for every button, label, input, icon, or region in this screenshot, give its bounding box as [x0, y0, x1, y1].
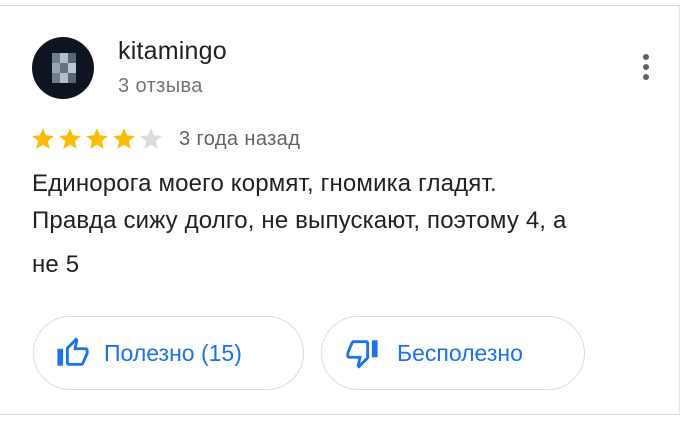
star-empty-icon [140, 128, 162, 149]
reviewer-name[interactable]: kitamingo [118, 37, 227, 66]
review-text-line: Единорога моего кормят, гномика гладят. [32, 170, 497, 197]
unhelpful-button[interactable]: Бесполезно [321, 316, 585, 390]
thumb-down-icon [346, 340, 378, 369]
review-age: 3 года назад [179, 128, 301, 150]
avatar[interactable] [32, 37, 94, 99]
avatar-pixelated-image [52, 53, 76, 83]
review-text-line: не 5 [32, 251, 80, 278]
review-text-line: Правда сижу долго, не выпускают, поэтому… [32, 207, 567, 234]
helpful-label: Полезно (15) [104, 339, 242, 366]
star-filled-icon [113, 128, 135, 149]
more-vert-icon-dot [643, 54, 649, 60]
unhelpful-label: Бесполезно [397, 339, 523, 366]
star-rating [30, 126, 164, 152]
thumb-up-icon [57, 337, 89, 366]
more-vert-icon-dot [643, 74, 649, 80]
helpful-button[interactable]: Полезно (15) [33, 316, 304, 390]
star-filled-icon [86, 128, 108, 149]
review-card: kitamingo 3 отзыва 3 года назад Единорог… [0, 0, 700, 435]
more-options-button[interactable] [632, 50, 660, 84]
star-filled-icon [59, 128, 81, 149]
star-filled-icon [32, 128, 54, 149]
reviewer-review-count: 3 отзыва [118, 75, 203, 97]
more-vert-icon-dot [643, 64, 649, 70]
review-text: Единорога моего кормят, гномика гладят. … [32, 165, 672, 283]
